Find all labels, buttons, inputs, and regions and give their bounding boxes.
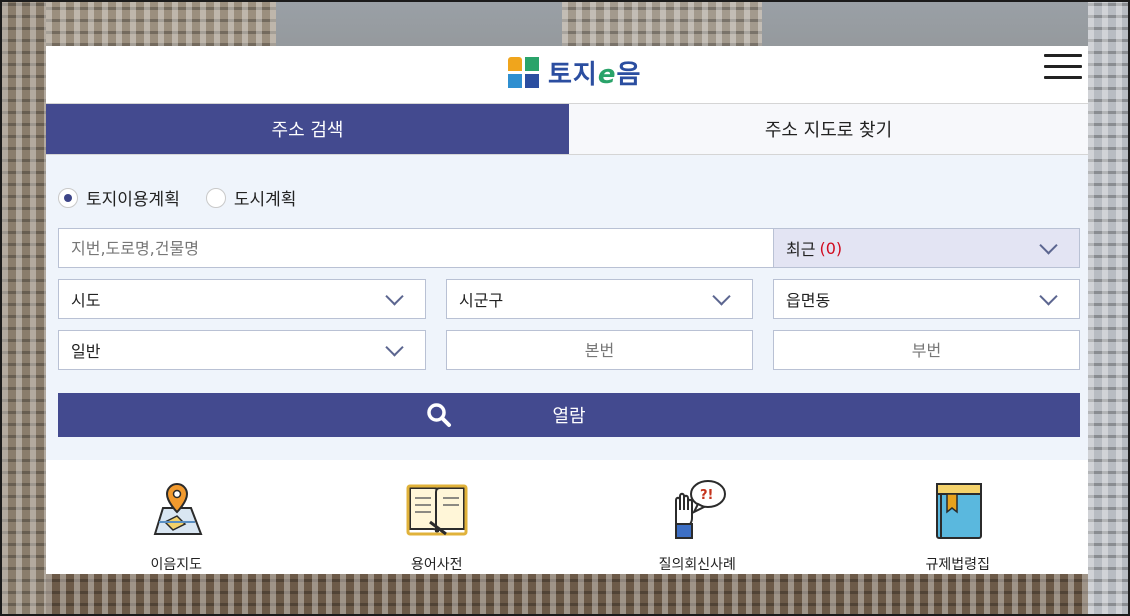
sigungu-select[interactable]: 시군구	[446, 279, 753, 319]
radio-dot	[58, 187, 78, 208]
recent-dropdown[interactable]: 최근 (0)	[773, 228, 1080, 268]
chevron-down-icon	[1039, 236, 1058, 255]
keyword-input[interactable]	[71, 229, 773, 267]
sido-select[interactable]: 시도	[58, 279, 426, 319]
quick-link-label: 규제법령집	[925, 557, 990, 573]
main-number-input[interactable]	[447, 331, 752, 369]
chevron-down-icon	[1039, 287, 1058, 306]
logo-text-2: 음	[616, 60, 642, 90]
logo-icon	[508, 56, 540, 89]
map-pin-icon	[153, 482, 203, 535]
sub-number-field	[773, 330, 1080, 370]
plan-type-radios: 토지이용계획 도시계획	[58, 185, 296, 210]
radio-label: 도시계획	[233, 190, 297, 210]
radio-dot	[205, 187, 226, 208]
search-form: 토지이용계획 도시계획 최근 (0) 시도 시군구 읍면동	[46, 155, 1088, 460]
tab-address-search[interactable]: 주소 검색	[46, 104, 569, 154]
question-hand-icon: ?!	[675, 480, 727, 539]
quick-link-qna[interactable]: ?! 질의회신사례	[567, 460, 828, 574]
quick-link-glossary[interactable]: 용어사전	[307, 460, 568, 574]
eupmyeondong-select[interactable]: 읍면동	[773, 279, 1080, 319]
chevron-down-icon	[712, 287, 731, 306]
search-tabs: 주소 검색 주소 지도로 찾기	[46, 103, 1088, 155]
view-button[interactable]: 열람	[58, 393, 1080, 437]
land-type-value: 일반	[71, 342, 101, 361]
logo-text-e: e	[597, 60, 617, 90]
quick-link-label: 질의회신사례	[658, 557, 736, 573]
chevron-down-icon	[385, 338, 404, 357]
logo-text-1: 토지	[548, 60, 598, 90]
open-book-icon	[406, 484, 468, 536]
quick-link-label: 용어사전	[410, 557, 463, 573]
keyword-field	[58, 228, 774, 268]
radio-urban-plan[interactable]: 도시계획	[205, 185, 297, 210]
main-number-field	[446, 330, 753, 370]
land-type-select[interactable]: 일반	[58, 330, 426, 370]
logo-text: 토지e음	[548, 54, 641, 91]
svg-text:?!: ?!	[700, 488, 713, 503]
quick-link-regulations[interactable]: 규제법령집	[828, 460, 1089, 574]
recent-count: (0)	[819, 238, 843, 258]
logo[interactable]: 토지e음	[508, 54, 641, 91]
sigungu-value: 시군구	[459, 291, 504, 310]
search-icon	[427, 403, 451, 427]
sido-value: 시도	[71, 291, 101, 310]
quick-link-label: 이음지도	[150, 557, 203, 573]
quick-links: 이음지도 용어사전 ?! 질의회신사례 규제법령집	[46, 460, 1088, 574]
sub-number-input[interactable]	[774, 331, 1079, 369]
tab-map-search[interactable]: 주소 지도로 찾기	[569, 104, 1088, 154]
main-panel: 토지e음 주소 검색 주소 지도로 찾기 토지이용계획 도시계획 최근 (0)	[46, 46, 1088, 574]
radio-land-use-plan[interactable]: 토지이용계획	[58, 185, 180, 210]
eupmyeondong-value: 읍면동	[786, 291, 831, 310]
recent-label: 최근	[786, 240, 816, 259]
header: 토지e음	[46, 46, 1088, 103]
law-book-icon	[935, 483, 982, 539]
view-button-label: 열람	[552, 406, 586, 427]
radio-label: 토지이용계획	[86, 190, 180, 210]
chevron-down-icon	[385, 287, 404, 306]
quick-link-map[interactable]: 이음지도	[46, 460, 307, 574]
hamburger-menu-icon[interactable]	[1044, 54, 1082, 80]
